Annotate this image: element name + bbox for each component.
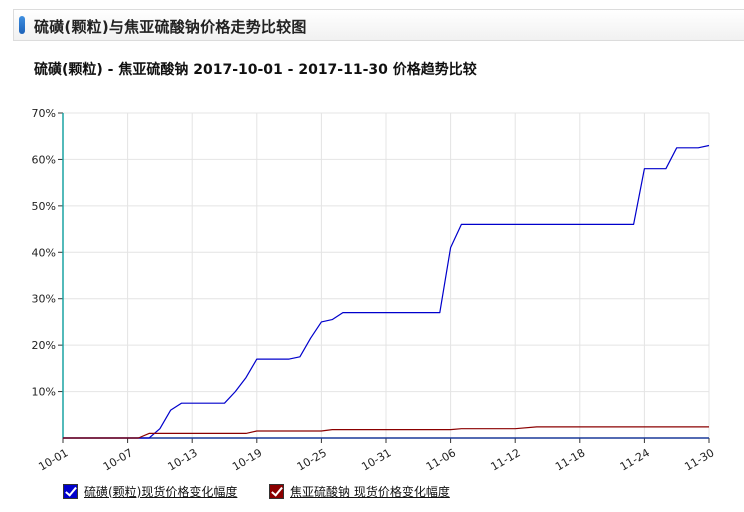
legend-item-sodium-metabisulfite[interactable]: 焦亚硫酸钠 现货价格变化幅度 xyxy=(269,481,450,501)
x-tick-label: 10-31 xyxy=(359,446,393,473)
legend-checkbox-sulfur[interactable] xyxy=(63,483,78,499)
y-tick-label: 10% xyxy=(32,386,56,399)
y-tick-label: 60% xyxy=(32,153,56,166)
x-tick-label: 10-19 xyxy=(230,446,264,473)
x-tick-label: 11-18 xyxy=(553,446,587,473)
y-tick-label: 70% xyxy=(32,107,56,120)
x-tick-label: 10-13 xyxy=(166,446,200,473)
legend-item-sulfur[interactable]: 硫磺(颗粒)现货价格变化幅度 xyxy=(63,481,237,501)
x-tick-label: 11-30 xyxy=(682,446,716,473)
y-tick-label: 30% xyxy=(32,293,56,306)
x-tick-label: 11-24 xyxy=(618,446,652,473)
legend-checkbox-sodium-metabisulfite[interactable] xyxy=(269,483,284,499)
x-tick-label: 11-06 xyxy=(424,446,458,473)
y-tick-label: 50% xyxy=(32,200,56,213)
x-tick-label: 10-01 xyxy=(36,446,70,473)
y-tick-label: 40% xyxy=(32,246,56,259)
chart-plot: 10-01 10-07 10-13 10-19 10-25 10-31 11-06 11-12… xyxy=(32,107,717,474)
legend-label-sulfur[interactable]: 硫磺(颗粒)现货价格变化幅度 xyxy=(84,483,237,500)
legend-label-sodium-metabisulfite[interactable]: 焦亚硫酸钠 现货价格变化幅度 xyxy=(290,483,450,500)
y-tick-label: 20% xyxy=(32,339,56,352)
x-tick-label: 10-07 xyxy=(101,446,135,473)
x-tick-label: 11-12 xyxy=(489,446,523,473)
x-tick-label: 10-25 xyxy=(295,446,329,473)
